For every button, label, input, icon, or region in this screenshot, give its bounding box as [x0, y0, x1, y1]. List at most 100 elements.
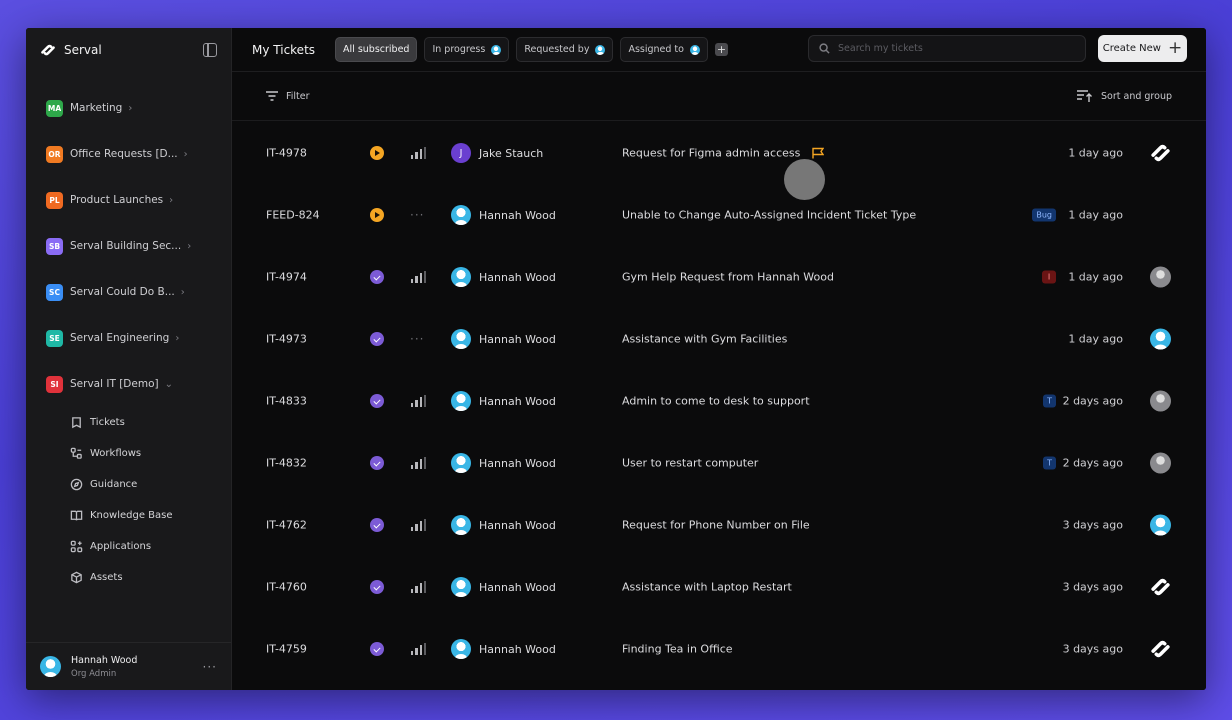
filter-button[interactable]: Filter [266, 91, 310, 102]
chip-in-progress[interactable]: In progress [424, 37, 510, 62]
sidebar-team-item[interactable]: PL Product Launches › [26, 177, 231, 223]
done-status-icon[interactable] [370, 332, 384, 346]
assignee-name: Jake Stauch [479, 146, 544, 160]
chevron-right-icon[interactable]: › [187, 241, 191, 252]
priority-bars-icon[interactable] [411, 643, 426, 655]
sort-label: Sort and group [1101, 90, 1172, 102]
ticket-label-badge[interactable]: T [1043, 456, 1056, 470]
search-bar[interactable] [808, 35, 1086, 62]
table-row[interactable]: IT-4760 Hannah Wood Assistance with Laptop… [232, 556, 1206, 618]
assignee[interactable]: Hannah Wood [451, 329, 556, 349]
avatar[interactable] [1150, 514, 1171, 536]
table-row[interactable]: IT-4759 Hannah Wood Finding Tea in Office 3… [232, 618, 1206, 680]
no-priority-icon[interactable]: ··· [410, 208, 424, 222]
team-label: Serval Could Do B... [70, 286, 175, 298]
sidebar-team-list[interactable]: HTHannah Tasks›MAMarketing›OROffice Requ… [26, 60, 231, 640]
sidebar-team-item[interactable]: SB Serval Building Sec... › [26, 223, 231, 269]
priority-bars-icon[interactable] [411, 457, 426, 469]
done-status-icon[interactable] [370, 580, 384, 594]
priority-bars-icon[interactable] [411, 395, 426, 407]
chip-assigned-to[interactable]: Assigned to [620, 37, 708, 62]
priority-bars-icon[interactable] [411, 271, 426, 283]
ticket-label-badge[interactable]: Bug [1032, 208, 1056, 222]
chevron-right-icon[interactable]: › [169, 195, 173, 206]
assignee[interactable]: J Jake Stauch [451, 143, 543, 163]
sidebar-team-item[interactable]: SC Serval Could Do B... › [26, 269, 231, 315]
sidebar-item-assets[interactable]: Assets [26, 562, 231, 593]
table-row[interactable]: IT-4978 J Jake Stauch Request for Figma adm… [232, 122, 1206, 184]
assignee[interactable]: Hannah Wood [451, 205, 556, 225]
serval-logo-icon [41, 44, 55, 56]
chevron-right-icon[interactable]: › [181, 287, 185, 298]
table-row[interactable]: IT-4833 Hannah Wood Admin to come to desk … [232, 370, 1206, 432]
ticket-label-badge[interactable]: I [1042, 270, 1056, 284]
assignee[interactable]: Hannah Wood [451, 391, 556, 411]
add-filter-icon[interactable]: + [714, 43, 728, 56]
toggle-sidebar-icon[interactable] [203, 43, 217, 57]
serval-logo-icon[interactable] [1150, 639, 1171, 660]
chevron-right-icon[interactable]: › [175, 333, 179, 344]
workflows-icon [70, 447, 82, 459]
table-row[interactable]: IT-4973 ··· Hannah Wood Assistance with Gym… [232, 308, 1206, 370]
chevron-right-icon[interactable]: › [128, 103, 132, 114]
avatar [491, 44, 502, 55]
avatar[interactable] [1150, 266, 1171, 288]
table-row[interactable]: FEED-824 ··· Hannah Wood Unable to Change A… [232, 184, 1206, 246]
ticket-time: 1 day ago [1068, 270, 1123, 284]
create-new-button[interactable]: Create New + [1098, 35, 1187, 62]
assignee[interactable]: Hannah Wood [451, 515, 556, 535]
sidebar-item-guidance[interactable]: Guidance [26, 469, 231, 500]
avatar[interactable] [1150, 452, 1171, 474]
sidebar-item-knowledge-base[interactable]: Knowledge Base [26, 500, 231, 531]
in-progress-status-icon[interactable] [370, 208, 384, 222]
search-input[interactable] [838, 43, 1058, 54]
no-priority-icon[interactable]: ··· [410, 332, 424, 346]
priority-bars-icon[interactable] [411, 519, 426, 531]
sidebar-team-item[interactable]: MA Marketing › [26, 85, 231, 131]
done-status-icon[interactable] [370, 394, 384, 408]
priority-bars-icon[interactable] [411, 581, 426, 593]
done-status-icon[interactable] [370, 642, 384, 656]
sidebar-team-item[interactable]: SE Serval Engineering › [26, 315, 231, 361]
sidebar-item-applications[interactable]: Applications [26, 531, 231, 562]
serval-logo-icon[interactable] [1150, 577, 1171, 598]
chip-all-subscribed[interactable]: All subscribed [335, 37, 418, 62]
ticket-time: 3 days ago [1062, 642, 1123, 656]
avatar [595, 44, 606, 55]
avatar[interactable] [1150, 390, 1171, 412]
done-status-icon[interactable] [370, 456, 384, 470]
filter-label: Filter [286, 90, 310, 102]
ticket-id: IT-4833 [266, 394, 307, 408]
table-row[interactable]: IT-4832 Hannah Wood User to restart comput… [232, 432, 1206, 494]
chevron-down-icon[interactable]: ⌄ [165, 379, 173, 390]
sidebar-team-item[interactable]: OR Office Requests [D... › [26, 131, 231, 177]
ticket-time: 1 day ago [1068, 208, 1123, 222]
assignee[interactable]: Hannah Wood [451, 267, 556, 287]
chip-requested-by[interactable]: Requested by [516, 37, 614, 62]
assignee[interactable]: Hannah Wood [451, 453, 556, 473]
user-menu[interactable]: Hannah Wood Org Admin ··· [26, 642, 231, 690]
sidebar-item-label: Tickets [90, 417, 125, 428]
more-options-icon[interactable]: ··· [203, 660, 217, 674]
in-progress-status-icon[interactable] [370, 146, 384, 160]
table-row[interactable]: IT-4974 Hannah Wood Gym Help Request from … [232, 246, 1206, 308]
top-bar: My Tickets All subscribed In progress Re… [232, 28, 1206, 72]
sidebar-item-tickets[interactable]: Tickets [26, 407, 231, 438]
team-badge: SE [46, 329, 63, 347]
done-status-icon[interactable] [370, 518, 384, 532]
flag-icon[interactable] [812, 147, 825, 159]
assignee[interactable]: Hannah Wood [451, 577, 556, 597]
sort-and-group-button[interactable]: Sort and group [1077, 89, 1172, 103]
table-row[interactable]: IT-4762 Hannah Wood Request for Phone Numb… [232, 494, 1206, 556]
sidebar-team-item[interactable]: SI Serval IT [Demo] ⌄ [26, 361, 231, 407]
serval-logo-icon[interactable] [1150, 143, 1171, 164]
assignee[interactable]: Hannah Wood [451, 639, 556, 659]
done-status-icon[interactable] [370, 270, 384, 284]
chevron-right-icon[interactable]: › [184, 149, 188, 160]
priority-bars-icon[interactable] [411, 147, 426, 159]
filter-icon [266, 91, 278, 101]
sidebar-item-workflows[interactable]: Workflows [26, 438, 231, 469]
tickets-icon [72, 417, 81, 429]
avatar[interactable] [1150, 328, 1171, 350]
ticket-label-badge[interactable]: T [1043, 394, 1056, 408]
